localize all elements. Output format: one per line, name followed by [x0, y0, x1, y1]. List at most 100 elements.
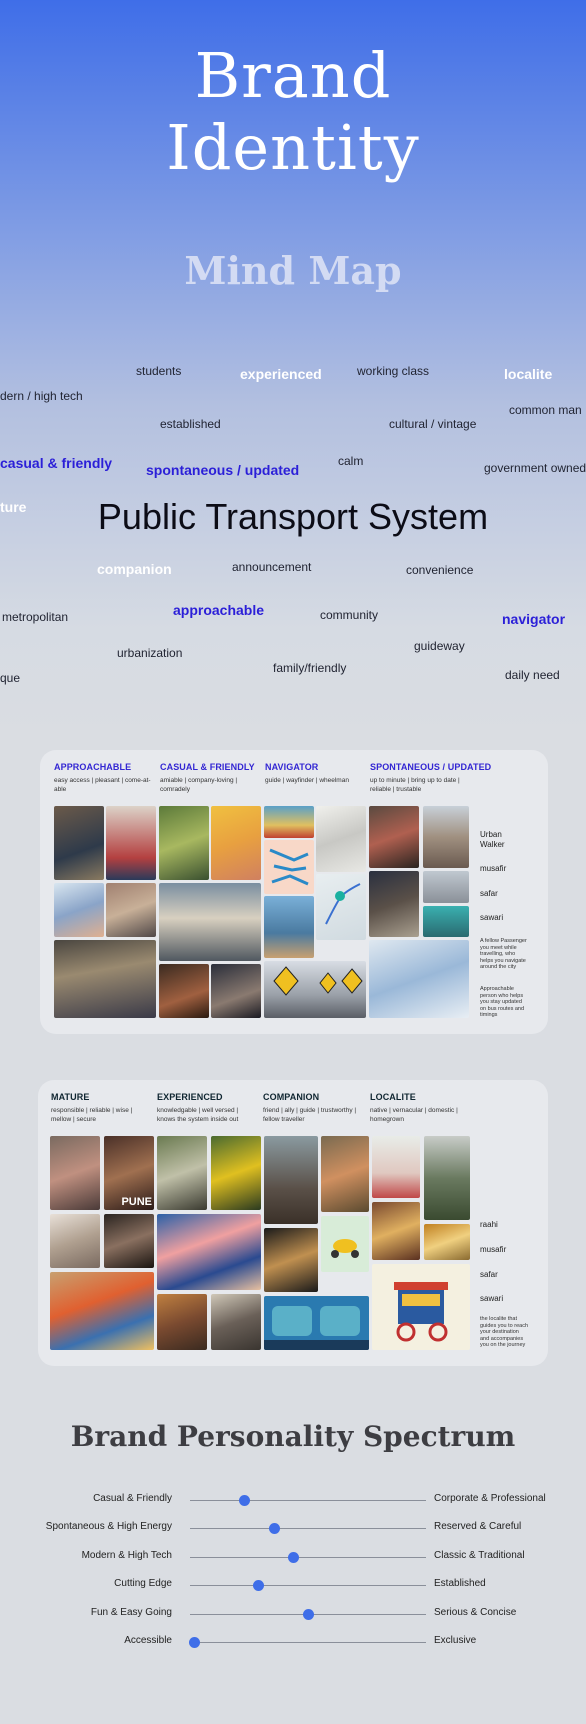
side-word: raahi — [480, 1220, 498, 1229]
mind-map-word: experienced — [240, 366, 322, 382]
column-heading: NAVIGATOR — [265, 762, 319, 772]
photo-approachable — [54, 883, 104, 937]
spectrum-slider-handle[interactable] — [288, 1552, 300, 1563]
photo-mature — [50, 1272, 154, 1350]
photo-caption: PUNE — [121, 1196, 152, 1208]
photo-navigator — [316, 806, 366, 872]
spectrum-right-label: Exclusive — [434, 1635, 477, 1646]
photo-navigator — [264, 840, 314, 894]
spectrum-track — [190, 1557, 426, 1558]
spectrum-row: Cutting Edge Established — [0, 1575, 586, 1595]
mind-map-word: navigator — [502, 611, 566, 627]
mind-map-word: casual & friendly — [0, 455, 113, 471]
spectrum-right-label: Classic & Traditional — [434, 1550, 525, 1561]
page-title-line2: Identity — [166, 111, 420, 184]
side-word: safar — [480, 889, 498, 898]
spectrum-slider-handle[interactable] — [238, 1495, 250, 1506]
mind-map-word: companion — [97, 561, 172, 577]
mind-map-word: established — [160, 417, 221, 431]
mind-map-word: government owned — [484, 461, 586, 475]
mind-map-subtitle: Mind Map — [184, 248, 402, 293]
mind-map-word: dern / high tech — [0, 389, 83, 403]
column-heading: LOCALITE — [370, 1092, 416, 1102]
mind-map-section: Brand Identity Mind Map students experie… — [0, 0, 586, 740]
mind-map-word: metropolitan — [2, 610, 69, 624]
spectrum-left-label: Cutting Edge — [114, 1578, 172, 1589]
mind-map-word: daily need — [505, 668, 560, 682]
spectrum-slider-handle[interactable] — [269, 1523, 281, 1534]
spectrum-row: Modern & High Tech Classic & Traditional — [0, 1547, 586, 1567]
column-heading: EXPERIENCED — [157, 1092, 223, 1102]
mind-map-word: spontaneous / updated — [146, 462, 300, 478]
column-heading: COMPANION — [263, 1092, 320, 1102]
spectrum-track — [190, 1500, 426, 1501]
photo-navigator — [316, 874, 366, 940]
column-heading: APPROACHABLE — [54, 762, 132, 772]
side-word: Urban Walker — [480, 830, 505, 849]
spectrum-row: Casual & Friendly Corporate & Profession… — [0, 1490, 586, 1510]
photo-casual — [159, 806, 209, 880]
side-word: sawari — [480, 913, 504, 922]
photo-experienced — [157, 1294, 207, 1350]
column-heading: CASUAL & FRIENDLY — [160, 762, 255, 772]
spectrum-left-label: Casual & Friendly — [93, 1493, 172, 1504]
mind-map-word: common man — [509, 403, 582, 417]
photo-mature — [50, 1136, 100, 1210]
photo-navigator — [264, 806, 314, 838]
photo-experienced — [211, 1136, 261, 1210]
mind-map-word: convenience — [406, 563, 474, 577]
mind-map-word: community — [320, 608, 379, 622]
side-word: musafir — [480, 864, 507, 873]
side-note: the localite that guides you to reach yo… — [480, 1316, 529, 1348]
photo-mature: PUNE — [104, 1136, 154, 1210]
spectrum-left-label: Fun & Easy Going — [90, 1607, 172, 1618]
photo-companion — [321, 1216, 369, 1272]
photo-experienced — [211, 1294, 261, 1350]
mind-map-word: que — [0, 671, 21, 685]
column-subtext: responsible | reliable | wise | mellow |… — [51, 1107, 133, 1123]
photo-spontaneous — [369, 871, 419, 937]
side-note: Approachable person who helps you stay u… — [480, 986, 525, 1018]
mind-map-word: localite — [504, 366, 553, 382]
photo-localite — [372, 1136, 420, 1198]
photo-localite — [372, 1264, 470, 1350]
photo-navigator — [264, 961, 366, 1018]
mind-map-word: urbanization — [117, 646, 183, 660]
column-subtext: knowledgable | well versed | knows the s… — [157, 1107, 239, 1123]
mind-map-word: cultural / vintage — [389, 417, 477, 431]
column-subtext: native | vernacular | domestic | homegro… — [370, 1107, 458, 1123]
column-subtext: friend | ally | guide | trustworthy | fe… — [263, 1107, 357, 1123]
photo-spontaneous — [369, 940, 469, 1018]
photo-mature — [50, 1214, 100, 1268]
photo-spontaneous — [369, 806, 419, 868]
photo-navigator — [264, 896, 314, 958]
spectrum-left-label: Accessible — [124, 1635, 172, 1646]
spectrum-left-label: Spontaneous & High Energy — [45, 1521, 172, 1532]
spectrum-row: Fun & Easy Going Serious & Concise — [0, 1604, 586, 1624]
spectrum-slider-handle[interactable] — [252, 1580, 264, 1591]
side-word: safar — [480, 1270, 498, 1279]
photo-localite — [424, 1224, 470, 1260]
spectrum-right-label: Corporate & Professional — [434, 1493, 546, 1504]
spectrum-slider-handle[interactable] — [302, 1609, 314, 1620]
spectrum-slider-handle[interactable] — [189, 1637, 201, 1648]
photo-mature — [104, 1214, 154, 1268]
photo-localite — [372, 1202, 420, 1260]
photo-experienced — [157, 1136, 207, 1210]
column-subtext: amiable | company-loving | comradely — [160, 777, 238, 793]
side-word: sawari — [480, 1294, 504, 1303]
photo-spontaneous — [423, 871, 469, 903]
column-heading: SPONTANEOUS / UPDATED — [370, 762, 492, 772]
mind-map-center: Public Transport System — [97, 496, 489, 537]
mind-map-word: calm — [338, 454, 364, 468]
side-word: musafir — [480, 1245, 507, 1254]
photo-localite — [424, 1136, 470, 1220]
photo-approachable — [106, 883, 156, 937]
photo-experienced — [157, 1214, 261, 1290]
moodboard-2: MATURE responsible | reliable | wise | m… — [38, 1080, 548, 1366]
spectrum-track — [190, 1585, 426, 1586]
photo-companion — [321, 1136, 369, 1212]
spectrum-title: Brand Personality Spectrum — [70, 1420, 516, 1453]
photo-approachable — [54, 940, 156, 1018]
page-title-line1: Brand — [194, 39, 392, 112]
